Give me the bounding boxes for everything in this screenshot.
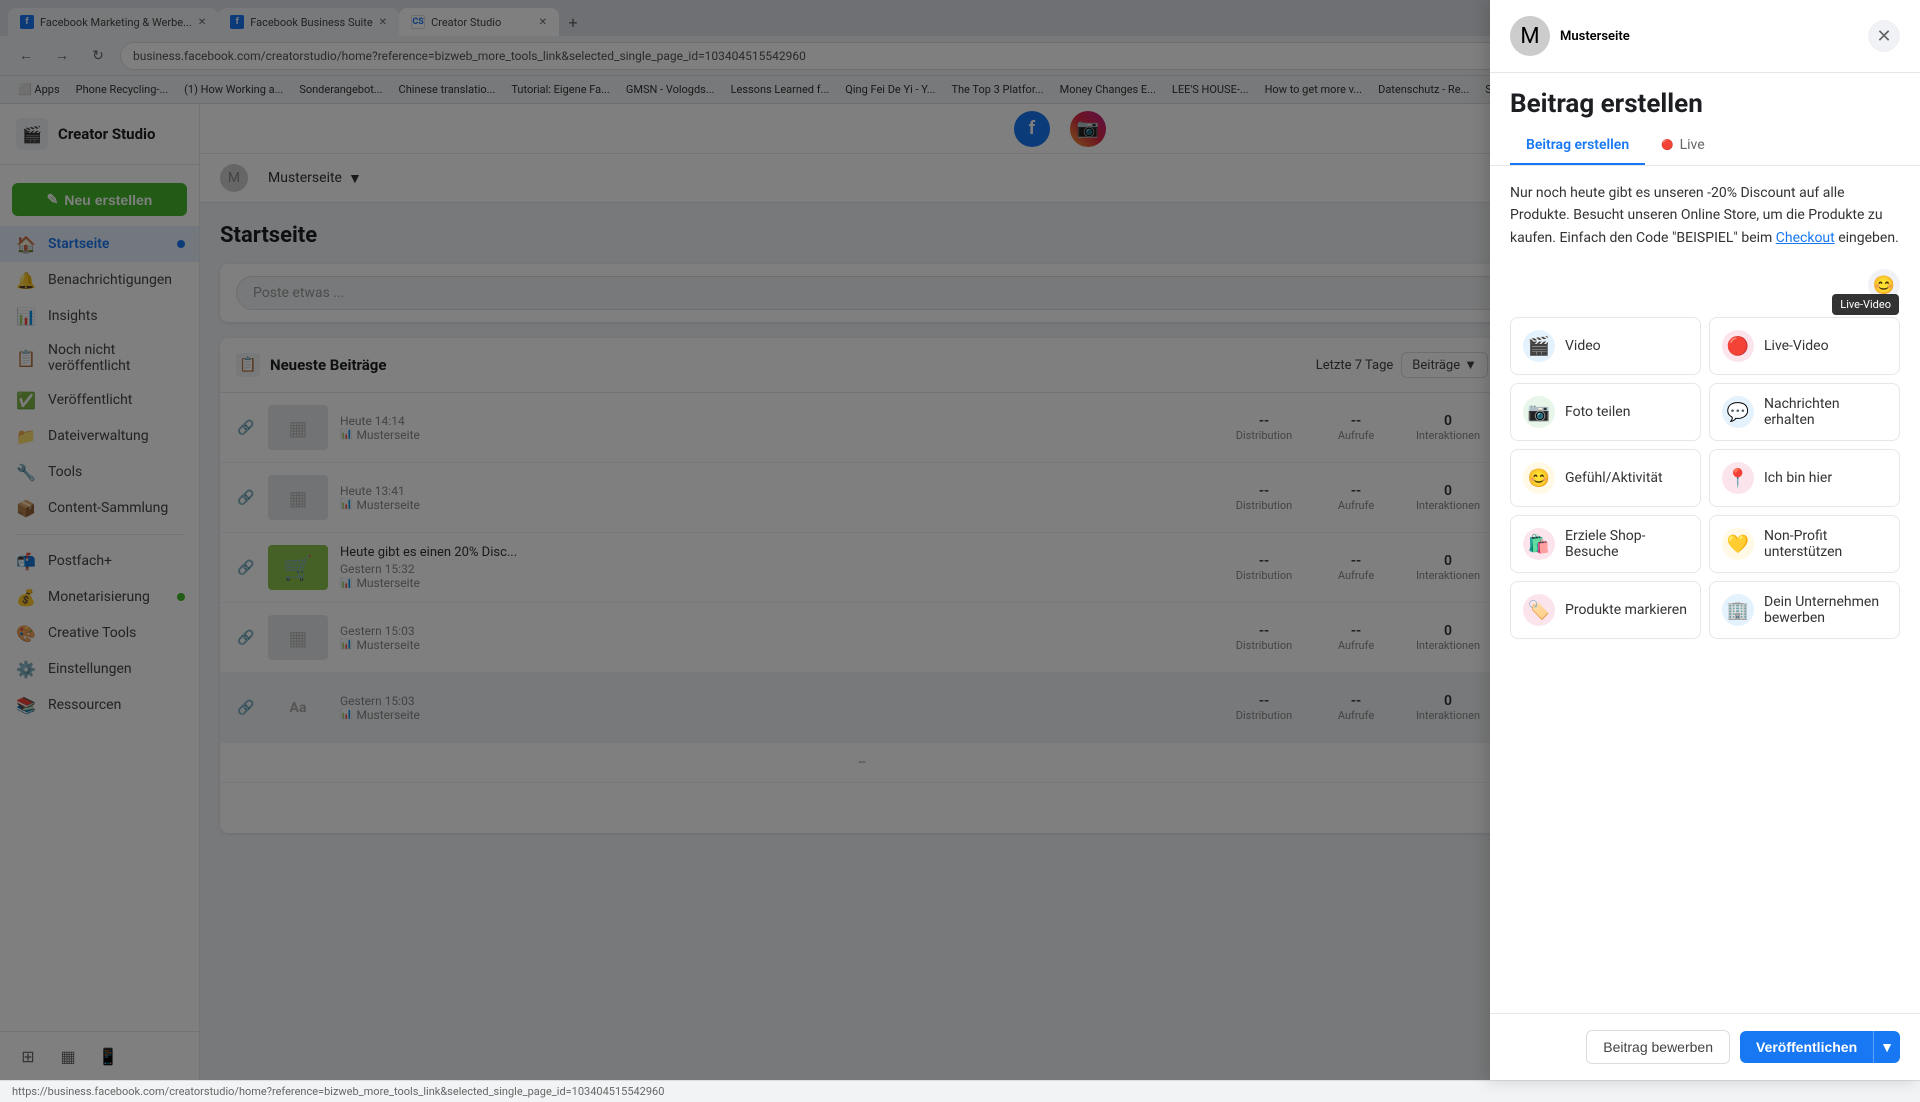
checkout-link[interactable]: Checkout xyxy=(1776,230,1835,246)
post-type-non-profit[interactable]: 💛 Non-Profit unterstützen xyxy=(1709,515,1900,573)
modal-close-button[interactable]: ✕ xyxy=(1868,20,1900,52)
modal-page-avatar: M xyxy=(1510,16,1550,56)
live-tab-label: Live xyxy=(1680,137,1705,153)
modal-tab-beitrag[interactable]: Beitrag erstellen xyxy=(1510,127,1645,165)
status-url: https://business.facebook.com/creatorstu… xyxy=(12,1085,664,1098)
post-type-gefuhl[interactable]: 😊 Gefühl/Aktivität xyxy=(1510,449,1701,507)
modal-title: Beitrag erstellen xyxy=(1490,73,1920,127)
beitrag-tab-label: Beitrag erstellen xyxy=(1526,137,1629,153)
non-profit-type-icon: 💛 xyxy=(1722,528,1754,560)
gefuhl-type-icon: 😊 xyxy=(1523,462,1555,494)
nachrichten-type-icon: 💬 xyxy=(1722,396,1754,428)
modal-body: Nur noch heute gibt es unseren -20% Disc… xyxy=(1490,166,1920,1013)
close-icon: ✕ xyxy=(1876,26,1891,47)
promote-post-button[interactable]: Beitrag bewerben xyxy=(1586,1030,1730,1064)
post-type-produkte[interactable]: 🏷️ Produkte markieren xyxy=(1510,581,1701,639)
post-type-live-video[interactable]: 🔴 Live-Video Live-Video xyxy=(1709,317,1900,375)
video-type-label: Video xyxy=(1565,338,1601,354)
live-video-type-label: Live-Video xyxy=(1764,338,1829,354)
post-type-erziele[interactable]: 🛍️ Erziele Shop-Besuche xyxy=(1510,515,1701,573)
post-types-grid: 🎬 Video 🔴 Live-Video Live-Video 📷 Foto t… xyxy=(1510,317,1900,639)
post-type-ich-bin-hier[interactable]: 📍 Ich bin hier xyxy=(1709,449,1900,507)
ich-bin-label: Ich bin hier xyxy=(1764,470,1832,486)
erziele-type-label: Erziele Shop-Besuche xyxy=(1565,528,1688,560)
emoji-button[interactable]: 😊 xyxy=(1868,269,1900,301)
unternehmen-type-icon: 🏢 xyxy=(1722,594,1754,626)
non-profit-type-label: Non-Profit unterstützen xyxy=(1764,528,1887,560)
ich-bin-icon: 📍 xyxy=(1722,462,1754,494)
post-type-nachrichten[interactable]: 💬 Nachrichten erhalten xyxy=(1709,383,1900,441)
post-type-unternehmen[interactable]: 🏢 Dein Unternehmen bewerben xyxy=(1709,581,1900,639)
modal-page-info: M Musterseite xyxy=(1510,16,1630,56)
unternehmen-type-label: Dein Unternehmen bewerben xyxy=(1764,594,1887,626)
live-video-type-icon: 🔴 xyxy=(1722,330,1754,362)
modal-tabs: Beitrag erstellen 🔴 Live xyxy=(1490,127,1920,166)
foto-type-icon: 📷 xyxy=(1523,396,1555,428)
modal-footer: Beitrag bewerben Veröffentlichen ▼ xyxy=(1490,1013,1920,1080)
live-icon: 🔴 xyxy=(1661,140,1673,151)
status-bar: https://business.facebook.com/creatorstu… xyxy=(0,1080,1920,1102)
publish-dropdown-icon: ▼ xyxy=(1880,1039,1894,1055)
create-post-modal: M Musterseite ✕ Beitrag erstellen Beitra… xyxy=(1490,0,1920,1080)
nachrichten-type-label: Nachrichten erhalten xyxy=(1764,396,1887,428)
modal-description: Nur noch heute gibt es unseren -20% Disc… xyxy=(1510,182,1900,249)
foto-type-label: Foto teilen xyxy=(1565,404,1630,420)
erziele-type-icon: 🛍️ xyxy=(1523,528,1555,560)
modal-page-name: Musterseite xyxy=(1560,29,1630,44)
publish-dropdown-button[interactable]: ▼ xyxy=(1873,1031,1900,1063)
publish-button-group: Veröffentlichen ▼ xyxy=(1740,1031,1900,1063)
produkte-type-label: Produkte markieren xyxy=(1565,602,1687,618)
post-type-foto[interactable]: 📷 Foto teilen xyxy=(1510,383,1701,441)
gefuhl-type-label: Gefühl/Aktivität xyxy=(1565,470,1663,486)
publish-button[interactable]: Veröffentlichen xyxy=(1740,1031,1873,1063)
video-type-icon: 🎬 xyxy=(1523,330,1555,362)
modal-tab-live[interactable]: 🔴 Live xyxy=(1645,127,1721,165)
post-type-video[interactable]: 🎬 Video xyxy=(1510,317,1701,375)
produkte-type-icon: 🏷️ xyxy=(1523,594,1555,626)
modal-header: M Musterseite ✕ xyxy=(1490,0,1920,73)
